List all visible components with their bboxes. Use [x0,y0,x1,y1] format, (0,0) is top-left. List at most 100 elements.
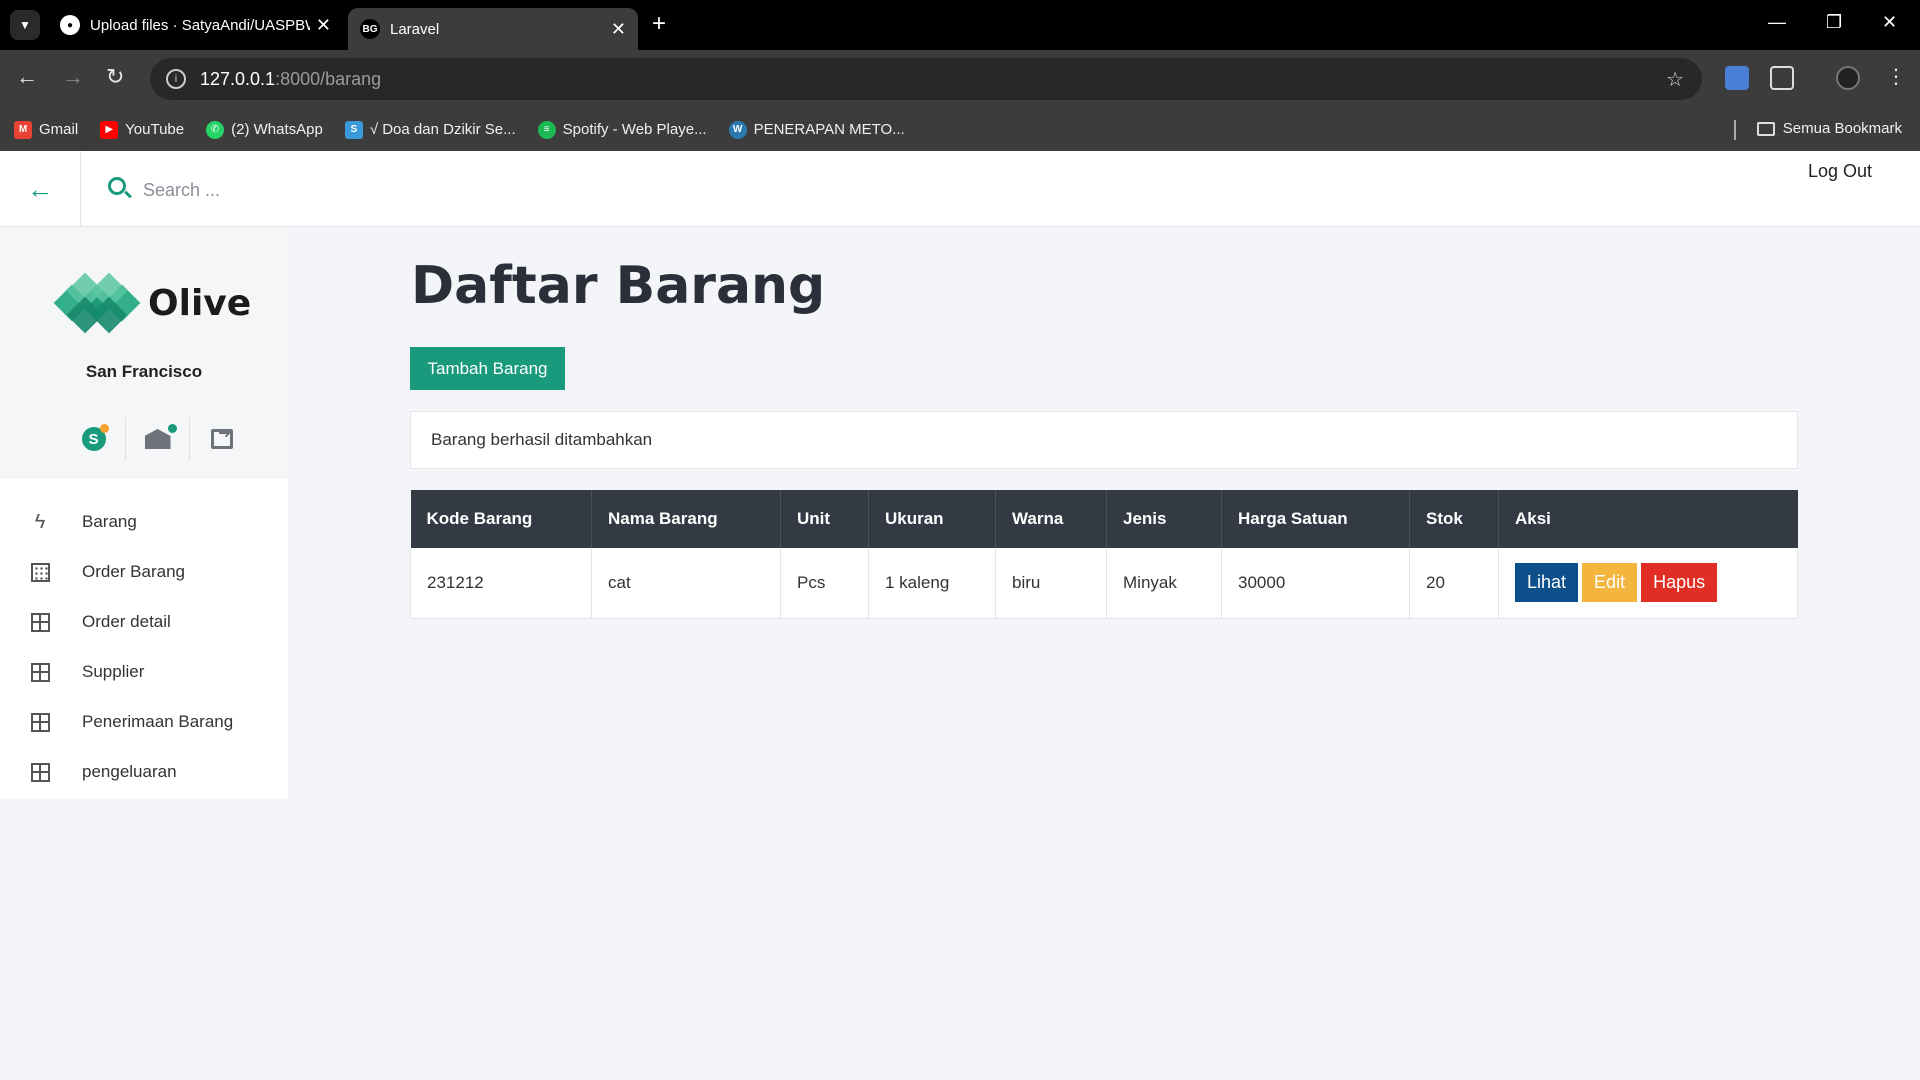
all-bookmarks[interactable]: Semua Bookmark [1756,120,1902,137]
bookmark-doa[interactable]: S √ Doa dan Dzikir Se... [344,120,516,139]
grid-icon [30,762,50,782]
brand-logo[interactable]: Olive [53,272,252,334]
actions-cell: Lihat Edit Hapus [1498,548,1798,619]
browser-toolbar: ← → ↻ i 127.0.0.1:8000/barang ☆ ⋮ [0,50,1920,108]
bookmark-label: Gmail [39,121,79,138]
sidebar-item-penerimaan-barang[interactable]: Penerimaan Barang [0,697,288,747]
tab-laravel[interactable]: BG Laravel ✕ [348,8,638,50]
table-cell: biru [995,548,1107,619]
grid-icon [30,712,50,732]
column-header: Unit [780,490,869,548]
sidebar-menu: ϟ Barang Order Barang Order detail Suppl… [0,497,288,797]
close-icon[interactable]: ✕ [316,15,331,36]
tab-github[interactable]: ● Upload files · SatyaAndi/UASPBW ✕ [48,8,343,42]
wordpress-icon: W [728,120,747,139]
restore-icon[interactable]: ❐ [1826,12,1842,33]
page-title: Daftar Barang [411,256,826,316]
table-header-row: Kode Barang Nama Barang Unit Ukuran Warn… [410,490,1798,548]
sidebar: Olive San Francisco S ϟ Barang Order Bar… [0,227,288,799]
bookmark-label: YouTube [125,121,185,138]
table-cell: cat [591,548,781,619]
close-window-icon[interactable]: ✕ [1882,12,1897,33]
table-cell: Minyak [1106,548,1222,619]
table-cell: 30000 [1221,548,1410,619]
bookmark-spotify[interactable]: ≡ Spotify - Web Playe... [537,120,707,139]
gmail-icon: M [14,120,32,139]
minimize-icon[interactable]: — [1768,12,1786,33]
delete-button[interactable]: Hapus [1641,563,1718,603]
site-info-icon[interactable]: i [166,69,186,89]
translate-icon[interactable] [1725,66,1749,90]
chevron-down-icon: ▼ [19,18,31,32]
share-button[interactable] [190,417,254,461]
success-alert: Barang berhasil ditambahkan [410,411,1798,469]
column-header: Stok [1409,490,1499,548]
close-icon[interactable]: ✕ [611,19,626,40]
bookmark-label: Spotify - Web Playe... [562,121,707,138]
column-header: Jenis [1106,490,1222,548]
sidebar-item-pengeluaran[interactable]: pengeluaran [0,747,288,797]
table-cell: 20 [1409,548,1499,619]
edit-button[interactable]: Edit [1582,563,1638,603]
bookmark-gmail[interactable]: M Gmail [14,120,79,139]
row-actions: Lihat Edit Hapus [1515,563,1718,603]
items-table: Kode Barang Nama Barang Unit Ukuran Warn… [410,490,1798,619]
mail-icon [144,429,171,449]
bookmark-penerapan[interactable]: W PENERAPAN METO... [728,120,905,139]
table-cell: 231212 [410,548,592,619]
notification-dot [100,424,109,433]
skype-button[interactable]: S [62,417,126,461]
forward-arrow-icon[interactable]: → [62,64,84,90]
search-icon [108,177,126,195]
tab-search-button[interactable]: ▼ [10,10,40,40]
youtube-icon: ▶ [100,120,119,139]
sidebar-item-label: Penerimaan Barang [82,712,234,731]
menu-dots-icon[interactable]: ⋮ [1886,64,1906,89]
url-path: :8000/barang [275,68,382,89]
grid-icon [30,662,50,682]
view-button[interactable]: Lihat [1515,563,1579,603]
tab-title: Laravel [390,20,440,38]
table-row: 231212 cat Pcs 1 kaleng biru Minyak 3000… [410,548,1798,619]
bookmark-star-icon[interactable]: ☆ [1666,67,1684,92]
bookmark-label: PENERAPAN METO... [753,121,905,138]
new-tab-button[interactable]: + [652,10,666,38]
bookmark-youtube[interactable]: ▶ YouTube [100,120,185,139]
add-item-button[interactable]: Tambah Barang [410,347,565,390]
back-button[interactable]: ← [0,151,81,227]
bookmark-label: √ Doa dan Dzikir Se... [369,121,516,138]
sidebar-quick-icons: S [62,417,254,461]
sidebar-item-label: Order detail [82,612,171,631]
reload-icon[interactable]: ↻ [106,64,124,90]
dots-grid-icon [30,562,50,582]
column-header: Kode Barang [410,490,592,548]
bookmark-label: (2) WhatsApp [231,121,323,138]
search-input[interactable] [143,175,543,205]
profile-avatar[interactable] [1836,66,1860,90]
mail-button[interactable] [126,417,190,461]
brand-name: Olive [148,282,252,324]
notification-dot [168,424,177,433]
sidebar-item-supplier[interactable]: Supplier [0,647,288,697]
olive-logo-icon [53,272,141,334]
bolt-icon: ϟ [34,510,46,533]
tab-title: Upload files · SatyaAndi/UASPBW [90,16,310,34]
bookmarks-bar: M Gmail ▶ YouTube ✆ (2) WhatsApp S √ Doa… [0,108,1920,151]
logout-link[interactable]: Log Out [1808,161,1872,182]
back-arrow-icon[interactable]: ← [16,64,38,90]
column-header: Nama Barang [591,490,781,548]
whatsapp-icon: ✆ [206,120,225,139]
address-bar[interactable]: i 127.0.0.1:8000/barang ☆ [150,58,1702,100]
sidebar-item-label: pengeluaran [82,762,177,781]
sidebar-profile: Olive San Francisco S [0,227,288,479]
bookmark-whatsapp[interactable]: ✆ (2) WhatsApp [206,120,323,139]
grid-icon [30,612,50,632]
user-location: San Francisco [85,362,203,381]
column-header: Harga Satuan [1221,490,1410,548]
sidebar-item-order-barang[interactable]: Order Barang [0,547,288,597]
bookmark-separator [1734,120,1736,140]
sidebar-item-barang[interactable]: ϟ Barang [0,497,288,547]
sidebar-item-order-detail[interactable]: Order detail [0,597,288,647]
github-icon: ● [60,15,80,35]
extensions-icon[interactable] [1770,66,1794,90]
